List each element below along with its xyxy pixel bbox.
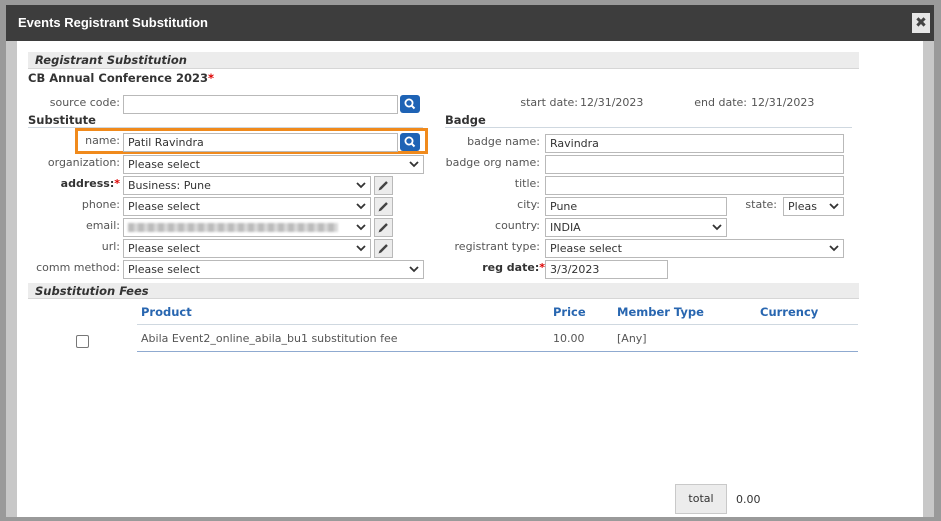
section-substitution-fees: Substitution Fees [28,283,859,299]
section-title: Substitution Fees [35,284,149,298]
state-select[interactable]: Pleas [783,197,844,216]
end-date-value: 12/31/2023 [751,96,815,109]
url-label: url: [101,240,120,253]
pencil-icon [378,181,388,191]
required-marker: * [114,177,120,190]
country-select[interactable]: INDIA [545,218,727,237]
dialog-window: Events Registrant Substitution ✖ Registr… [6,5,934,517]
url-edit-button[interactable] [374,239,393,258]
table-header-divider [137,324,858,325]
phone-label: phone: [81,198,120,211]
title-input[interactable] [545,176,844,195]
email-edit-button[interactable] [374,218,393,237]
url-select[interactable]: Please select [123,239,371,258]
phone-select[interactable]: Please select [123,197,371,216]
chevron-down-icon [356,224,366,231]
event-name: CB Annual Conference 2023* [28,71,215,85]
close-icon[interactable]: ✖ [912,13,930,33]
badge-org-name-label: badge org name: [445,156,540,169]
country-selected: INDIA [550,221,581,234]
address-selected: Business: Pune [128,179,211,192]
column-header-price: Price [553,305,586,319]
source-code-input[interactable] [123,95,398,114]
source-code-label: source code: [49,96,120,109]
reg-date-input[interactable]: 3/3/2023 [545,260,668,279]
name-label: name: [85,134,120,147]
badge-heading: Badge [445,113,486,127]
comm-method-selected: Please select [128,263,200,276]
badge-name-input[interactable]: Ravindra [545,134,844,153]
dialog-content: Registrant Substitution CB Annual Confer… [17,41,923,517]
column-header-currency: Currency [760,305,819,319]
reg-date-label: reg date:* [482,261,545,274]
start-date-value: 12/31/2023 [580,96,644,109]
state-label: state: [745,198,777,211]
chevron-down-icon [409,266,419,273]
section-registrant-substitution: Registrant Substitution [28,52,859,69]
name-input[interactable]: Patil Ravindra [123,133,398,152]
start-date-label: start date: [520,96,578,109]
dialog-titlebar: Events Registrant Substitution ✖ [6,5,934,41]
email-redacted-value [128,223,338,232]
registrant-type-label: registrant type: [454,240,540,253]
pencil-icon [378,223,388,233]
table-row-divider [137,351,858,352]
country-label: country: [495,219,540,232]
badge-org-name-input[interactable] [545,155,844,174]
fee-product-cell: Abila Event2_online_abila_bu1 substituti… [141,332,398,345]
chevron-down-icon [409,161,419,168]
fee-row-checkbox[interactable] [76,335,89,348]
organization-label: organization: [47,156,120,169]
source-code-search-button[interactable] [400,95,420,113]
name-search-button[interactable] [400,133,420,151]
organization-select[interactable]: Please select [123,155,424,174]
chevron-down-icon [829,245,839,252]
search-icon [404,98,416,110]
dialog-title: Events Registrant Substitution [18,15,208,30]
address-select[interactable]: Business: Pune [123,176,371,195]
badge-name-label: badge name: [467,135,540,148]
comm-method-select[interactable]: Please select [123,260,424,279]
state-selected: Pleas [788,200,817,213]
address-edit-button[interactable] [374,176,393,195]
phone-selected: Please select [128,200,200,213]
pencil-icon [378,202,388,212]
url-selected: Please select [128,242,200,255]
required-marker: * [208,71,215,85]
column-header-member-type: Member Type [617,305,704,319]
city-label: city: [517,198,540,211]
fee-member-type-cell: [Any] [617,332,647,345]
chevron-down-icon [356,182,366,189]
end-date-label: end date: [694,96,747,109]
fee-price-cell: 10.00 [553,332,585,345]
email-select[interactable] [123,218,371,237]
search-icon [404,136,416,148]
substitute-heading: Substitute [28,113,96,127]
total-value: 0.00 [736,493,761,506]
organization-selected: Please select [128,158,200,171]
registrant-type-selected: Please select [550,242,622,255]
title-label: title: [514,177,540,190]
address-label: address:* [60,177,120,190]
section-title: Registrant Substitution [35,53,187,67]
registrant-type-select[interactable]: Please select [545,239,844,258]
city-input[interactable]: Pune [545,197,727,216]
chevron-down-icon [356,203,366,210]
badge-divider [445,127,852,128]
comm-method-label: comm method: [36,261,120,274]
chevron-down-icon [356,245,366,252]
total-button[interactable]: total [675,484,727,514]
email-label: email: [85,219,120,232]
phone-edit-button[interactable] [374,197,393,216]
column-header-product: Product [141,305,192,319]
pencil-icon [378,244,388,254]
chevron-down-icon [829,203,839,210]
chevron-down-icon [712,224,722,231]
